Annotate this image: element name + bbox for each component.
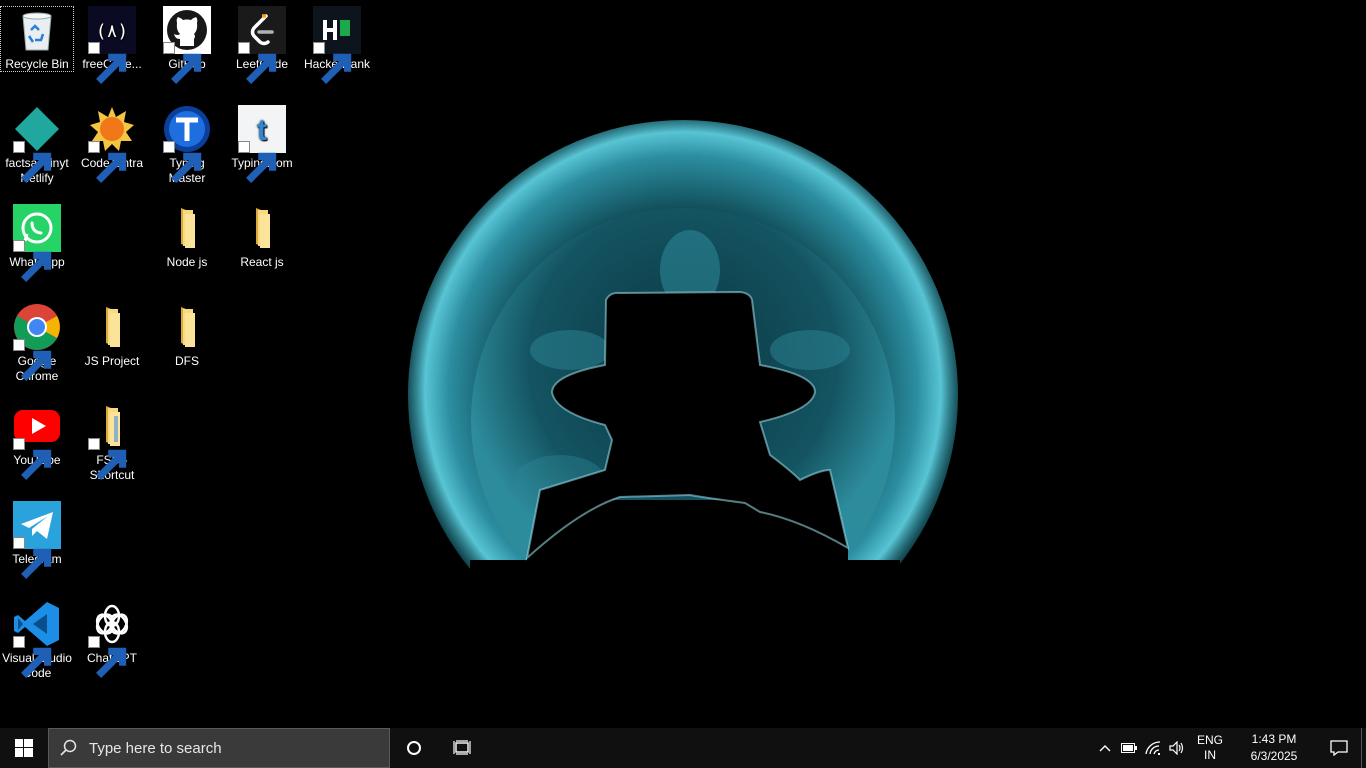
clock[interactable]: 1:43 PM 6/3/2025	[1231, 731, 1317, 765]
search-placeholder: Type here to search	[89, 739, 222, 757]
clock-time: 1:43 PM	[1251, 732, 1297, 746]
desktop-icon-telegram[interactable]: Telegram	[0, 501, 74, 579]
chatgpt-icon	[88, 600, 136, 678]
desktop-icon-chatgpt[interactable]: ChatGPT	[75, 600, 149, 678]
shortcut-arrow-icon	[13, 438, 52, 480]
system-tray: ENG IN 1:43 PM 6/3/2025	[1093, 728, 1366, 768]
task-view-button[interactable]	[438, 728, 486, 768]
battery-icon	[1121, 743, 1137, 753]
chevron-up-icon	[1099, 745, 1111, 752]
youtube-icon	[13, 402, 61, 480]
cortana-button[interactable]	[390, 728, 438, 768]
desktop-icon-folder-dfs[interactable]: DFS	[150, 303, 224, 369]
folder-icon	[88, 303, 136, 351]
chrome-icon	[13, 303, 61, 381]
telegram-icon	[13, 501, 61, 579]
desktop-icon-label: React js	[240, 255, 284, 269]
shortcut-arrow-icon	[238, 141, 277, 183]
volume-button[interactable]	[1165, 728, 1189, 768]
desktop-icon-codetantra[interactable]: CodeTantra	[75, 105, 149, 183]
desktop-icon-hackerrank[interactable]: HackerRank	[300, 6, 374, 84]
leetcode-icon	[238, 6, 286, 84]
folder-shortcut-icon	[88, 402, 136, 480]
whatsapp-icon	[13, 204, 61, 282]
desktop-icon-github[interactable]: GitHub	[150, 6, 224, 84]
language-code: ENG	[1196, 733, 1223, 747]
codetantra-icon	[88, 105, 136, 183]
freecodecamp-icon: (٨)	[88, 6, 136, 84]
shortcut-arrow-icon	[13, 339, 52, 381]
shortcut-arrow-icon	[88, 438, 127, 480]
task-view-icon	[453, 740, 471, 755]
desktop-icon-typing-master[interactable]: Typing Master	[150, 105, 224, 186]
folder-icon	[238, 204, 286, 252]
action-center-button[interactable]	[1317, 728, 1361, 768]
shortcut-arrow-icon	[88, 42, 127, 84]
desktop-icon-typing-com[interactable]: t Typing.com	[225, 105, 299, 183]
recycle-bin-icon	[13, 6, 61, 54]
shortcut-arrow-icon	[238, 42, 277, 84]
shortcut-arrow-icon	[13, 240, 52, 282]
shortcut-arrow-icon	[13, 636, 52, 678]
shortcut-arrow-icon	[313, 42, 352, 84]
battery-button[interactable]	[1117, 728, 1141, 768]
taskbar: Type here to search ENG IN 1:43 PM 6/3/2…	[0, 728, 1366, 768]
desktop-icon-folder-react-js[interactable]: React js	[225, 204, 299, 270]
desktop-icon-folder-js-project[interactable]: JS Project	[75, 303, 149, 369]
shortcut-arrow-icon	[13, 141, 52, 183]
desktop-icon-google-chrome[interactable]: Google Chrome	[0, 303, 74, 384]
folder-icon	[163, 303, 211, 351]
desktop-icon-whatsapp[interactable]: WhatsApp	[0, 204, 74, 282]
desktop-icon-label: Recycle Bin	[5, 57, 69, 71]
hackerrank-icon	[313, 6, 361, 84]
shortcut-arrow-icon	[88, 141, 127, 183]
search-box[interactable]: Type here to search	[48, 728, 390, 768]
desktop-icon-label: DFS	[175, 354, 199, 368]
search-icon	[49, 739, 89, 757]
shortcut-arrow-icon	[88, 636, 127, 678]
vscode-icon	[13, 600, 61, 678]
desktop-icon-youtube[interactable]: YouTube	[0, 402, 74, 480]
desktop-icon-label: Node js	[166, 255, 208, 269]
svg-text:(٨): (٨)	[96, 21, 129, 42]
start-button[interactable]	[0, 728, 48, 768]
netlify-icon	[13, 105, 61, 183]
wifi-icon	[1145, 741, 1161, 755]
clock-date: 6/3/2025	[1250, 749, 1298, 763]
network-button[interactable]	[1141, 728, 1165, 768]
desktop-icon-label: JS Project	[84, 354, 140, 368]
github-icon	[163, 6, 211, 84]
show-hidden-icons-button[interactable]	[1093, 728, 1117, 768]
desktop-icon-recycle-bin[interactable]: Recycle Bin	[0, 6, 74, 72]
language-indicator[interactable]: ENG IN	[1189, 733, 1231, 763]
windows-logo-icon	[15, 739, 33, 757]
desktop-icon-netlify[interactable]: factsachinyt Netlify	[0, 105, 74, 186]
typing-com-icon: t	[238, 105, 286, 183]
typing-master-icon	[163, 105, 211, 183]
cortana-circle-icon	[407, 741, 421, 755]
shortcut-arrow-icon	[163, 141, 202, 183]
desktop-icon-freecodecamp[interactable]: (٨) freeCode...	[75, 6, 149, 84]
shortcut-arrow-icon	[163, 42, 202, 84]
speaker-icon	[1169, 741, 1184, 755]
shortcut-arrow-icon	[13, 537, 52, 579]
desktop-icon-leetcode[interactable]: LeetCode	[225, 6, 299, 84]
desktop-icon-folder-node-js[interactable]: Node js	[150, 204, 224, 270]
desktop: Recycle Bin (٨) freeCode... GitHub LeetC…	[0, 0, 1366, 728]
show-desktop-button[interactable]	[1361, 728, 1366, 768]
desktop-icon-vscode[interactable]: Visual Studio Code	[0, 600, 74, 681]
desktop-icon-fsd-shortcut[interactable]: FSD - Shortcut	[75, 402, 149, 483]
language-region: IN	[1204, 748, 1216, 762]
notification-icon	[1330, 740, 1348, 756]
folder-icon	[163, 204, 211, 252]
